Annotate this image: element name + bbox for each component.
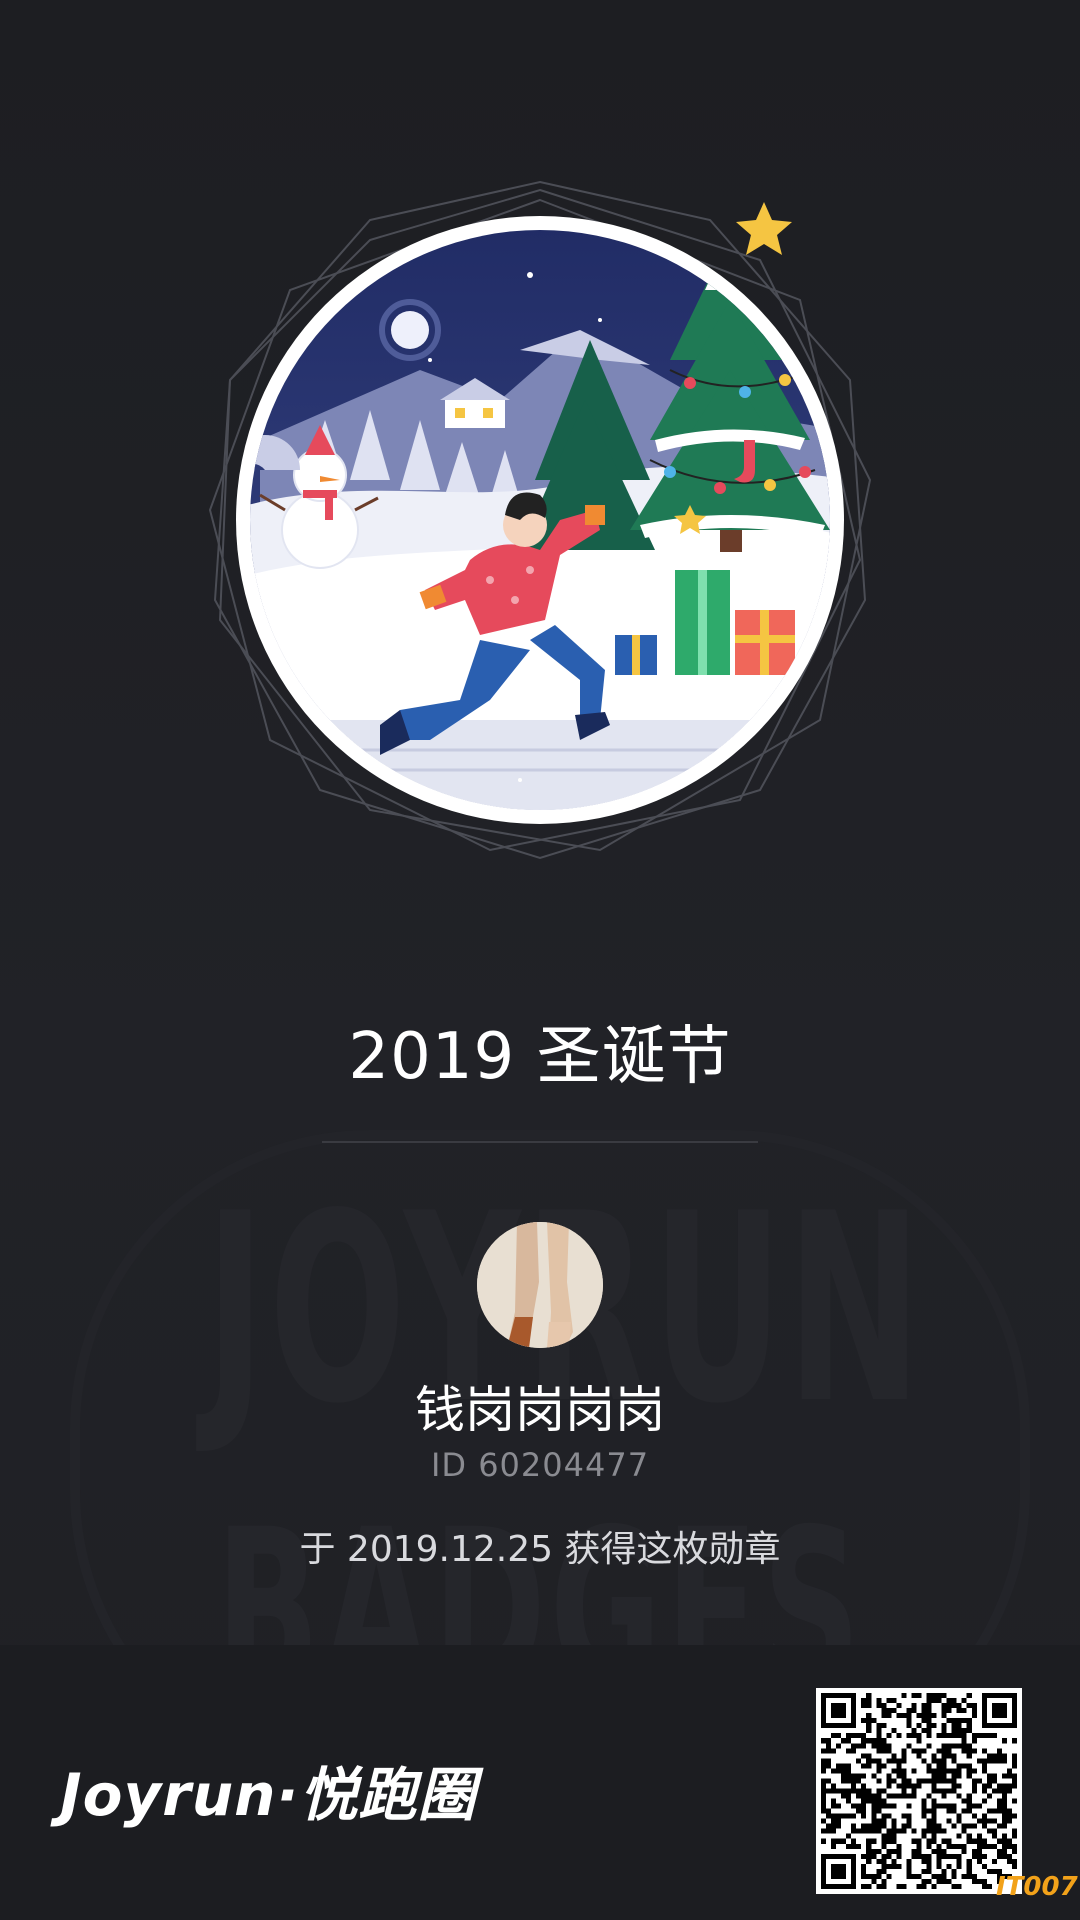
avatar[interactable] bbox=[477, 1222, 603, 1348]
user-id: ID 60204477 bbox=[430, 1446, 650, 1484]
divider bbox=[322, 1141, 758, 1143]
qr-code[interactable] bbox=[816, 1688, 1022, 1894]
badge-share-page: JOYRUN BADGES bbox=[0, 0, 1080, 1920]
avatar-image bbox=[477, 1222, 603, 1348]
star-icon bbox=[736, 202, 792, 255]
moon-icon bbox=[391, 311, 429, 349]
badge-title: 2019 圣诞节 bbox=[348, 1020, 732, 1094]
site-watermark: IT007 bbox=[996, 1872, 1078, 1902]
joyrun-logo: Joyrun·悦跑圈 bbox=[60, 1761, 477, 1829]
earned-date-text: 于 2019.12.25 获得这枚勋章 bbox=[299, 1529, 781, 1570]
username: 钱岗岗岗岗 bbox=[415, 1381, 665, 1439]
badge-illustration bbox=[208, 180, 872, 860]
